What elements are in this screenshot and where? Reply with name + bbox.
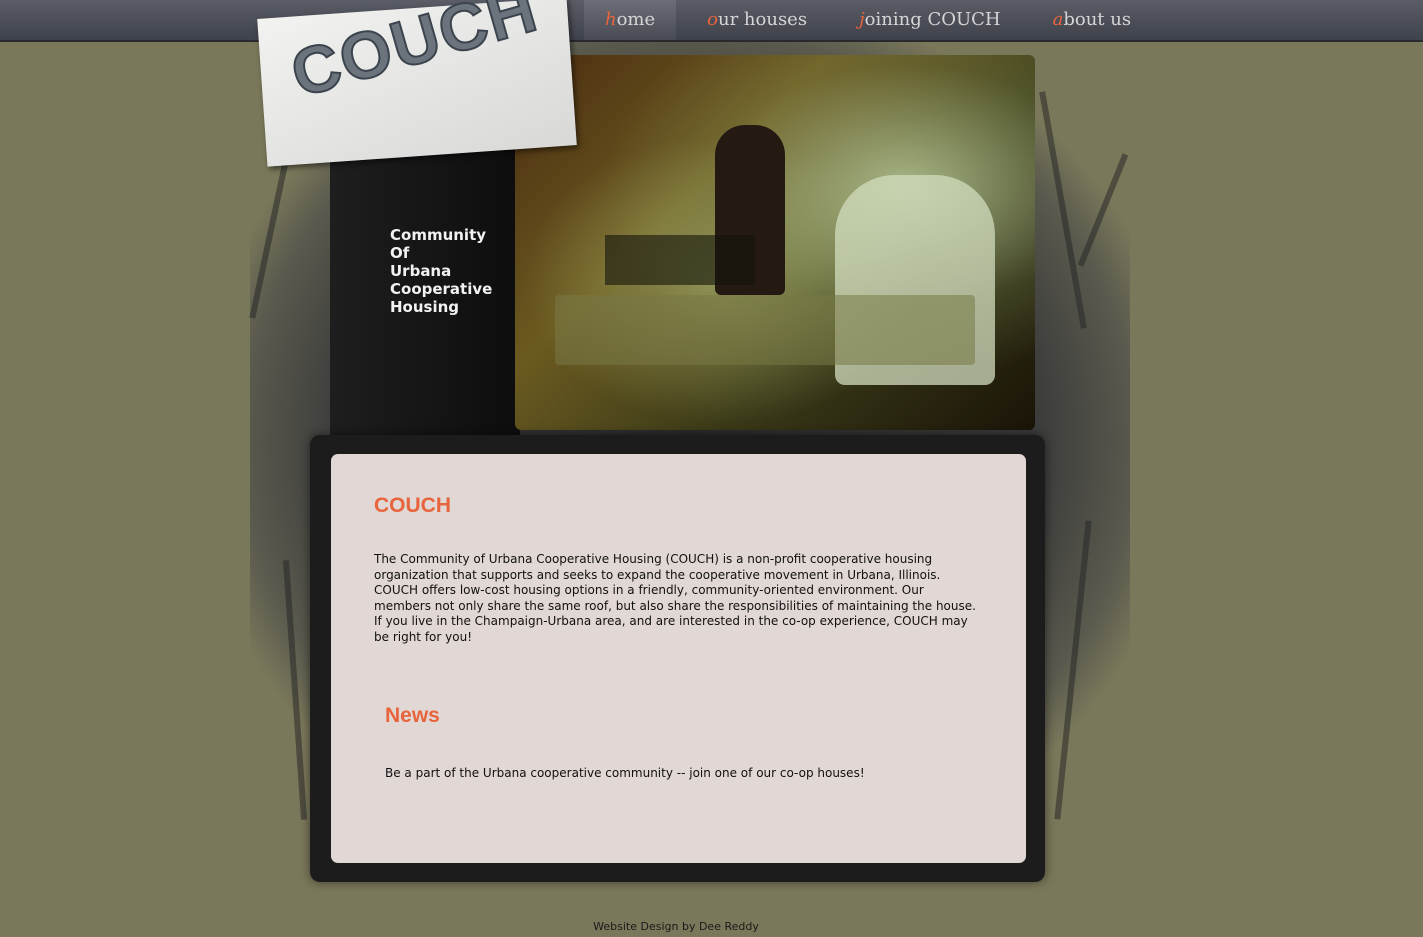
- news-text: Be a part of the Urbana cooperative comm…: [385, 766, 865, 780]
- nav-item-label: ur houses: [718, 9, 808, 30]
- nav-item-initial: a: [1052, 9, 1064, 30]
- top-navigation-bar: home our houses joining COUCH about us: [0, 0, 1423, 42]
- news-title: News: [385, 704, 440, 727]
- nav-item-label: bout us: [1063, 9, 1132, 30]
- nav-item-label: oining COUCH: [864, 9, 1001, 30]
- photo-counter: [555, 295, 975, 365]
- nav-item-initial: h: [605, 9, 617, 30]
- couch-logo[interactable]: COUCH: [257, 0, 577, 167]
- logo-text: COUCH: [282, 0, 547, 112]
- page-title: COUCH: [374, 494, 451, 517]
- tagline-line: Housing: [390, 298, 460, 316]
- photo-stove: [605, 235, 755, 285]
- kitchen-photo: [515, 55, 1035, 430]
- nav-about-us[interactable]: about us: [1032, 0, 1152, 40]
- main-nav: home our houses joining COUCH about us: [584, 0, 1162, 40]
- tagline-line: Cooperative: [390, 280, 493, 298]
- tagline-line: Community: [390, 226, 487, 244]
- tagline: Community Of Urbana Cooperative Housing: [390, 226, 520, 316]
- nav-item-initial: o: [707, 9, 718, 30]
- nav-home[interactable]: home: [584, 0, 677, 40]
- nav-joining-couch[interactable]: joining COUCH: [838, 0, 1022, 40]
- nav-our-houses[interactable]: our houses: [686, 0, 828, 40]
- footer-credit: Website Design by Dee Reddy: [593, 920, 759, 933]
- content-panel: COUCH The Community of Urbana Cooperativ…: [331, 454, 1026, 863]
- tagline-line: Urbana: [390, 262, 452, 280]
- intro-paragraph: The Community of Urbana Cooperative Hous…: [374, 552, 976, 644]
- tagline-line: Of: [390, 244, 410, 262]
- nav-item-label: ome: [616, 9, 656, 30]
